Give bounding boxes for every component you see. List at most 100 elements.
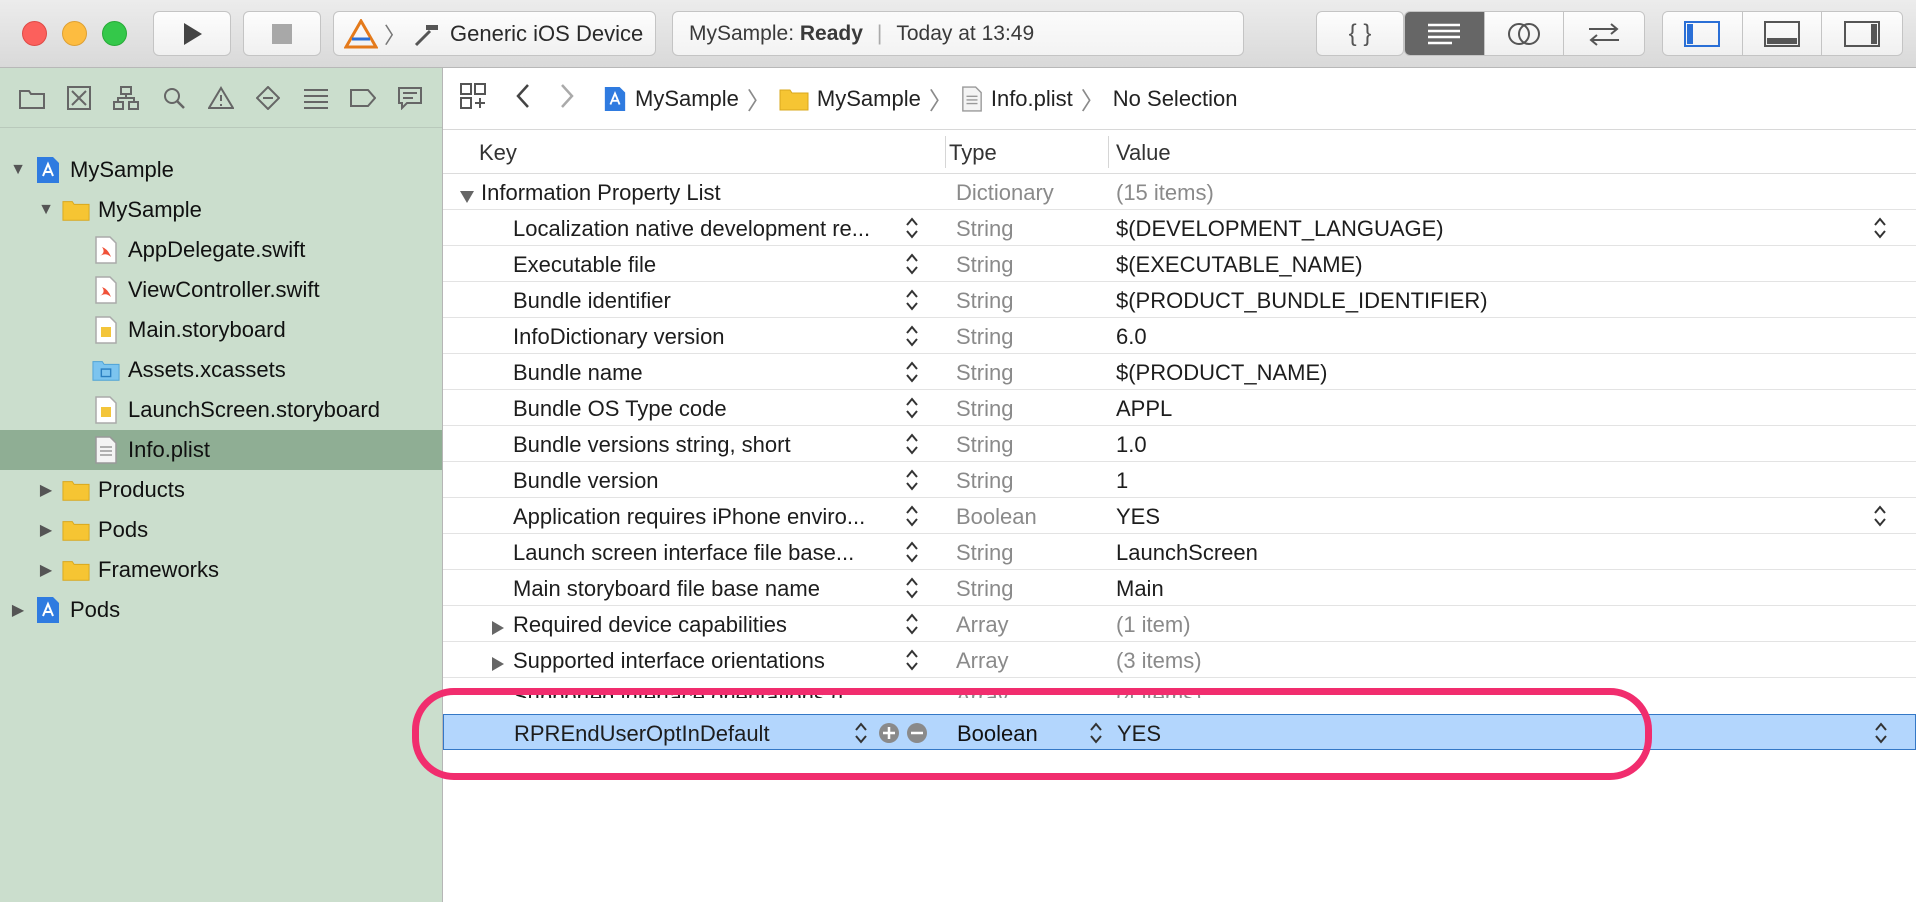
standard-editor-button[interactable]	[1405, 12, 1485, 55]
tree-item-assets[interactable]: Assets.xcassets	[0, 350, 442, 390]
plist-type: String	[956, 576, 1014, 601]
scheme-selector[interactable]: 〉 Generic iOS Device	[333, 11, 656, 56]
disclosure-closed-icon[interactable]	[491, 616, 505, 642]
key-popup-stepper-icon[interactable]	[905, 251, 919, 283]
hammer-device-icon	[414, 24, 439, 46]
column-header-type[interactable]: Type	[949, 140, 997, 166]
plist-row[interactable]: Main storyboard file base name String Ma…	[443, 570, 1916, 606]
plist-row[interactable]: Required device capabilities Array (1 it…	[443, 606, 1916, 642]
assistant-editor-button[interactable]	[1484, 12, 1565, 55]
plist-key: Required device capabilities	[513, 612, 787, 637]
tree-item-project-mysample[interactable]: ▼ MySample	[0, 150, 442, 190]
tree-item-info-plist[interactable]: Info.plist	[0, 430, 442, 470]
breadcrumb-project[interactable]: MySample	[603, 86, 739, 112]
breadcrumb-selection[interactable]: No Selection	[1113, 86, 1238, 112]
tree-item-group-mysample[interactable]: ▼ MySample	[0, 190, 442, 230]
test-diamond-icon[interactable]	[254, 84, 282, 112]
plist-row[interactable]: Bundle identifier String $(PRODUCT_BUNDL…	[443, 282, 1916, 318]
key-popup-stepper-icon[interactable]	[905, 647, 919, 679]
tree-item-appdelegate[interactable]: AppDelegate.swift	[0, 230, 442, 270]
plist-row[interactable]: InfoDictionary version String 6.0	[443, 318, 1916, 354]
related-items-icon[interactable]	[459, 82, 487, 116]
debug-list-icon[interactable]	[302, 84, 330, 112]
breadcrumb-group[interactable]: MySample	[779, 86, 921, 112]
folder-icon	[62, 196, 90, 224]
folder-icon[interactable]	[18, 84, 46, 112]
report-bubble-icon[interactable]	[396, 84, 424, 112]
tree-item-label: Assets.xcassets	[128, 357, 286, 382]
tree-item-label: MySample	[98, 197, 202, 222]
key-popup-stepper-icon[interactable]	[905, 539, 919, 571]
plist-row[interactable]: Localization native development re... St…	[443, 210, 1916, 246]
value-popup-stepper-icon[interactable]	[1874, 720, 1888, 752]
plist-value: APPL	[1116, 396, 1173, 421]
run-button[interactable]	[153, 11, 231, 56]
column-header-value[interactable]: Value	[1116, 140, 1171, 166]
tree-item-viewcontroller[interactable]: ViewController.swift	[0, 270, 442, 310]
minimize-window-button[interactable]	[62, 21, 87, 46]
key-popup-stepper-icon[interactable]	[905, 431, 919, 463]
key-popup-stepper-icon[interactable]	[905, 575, 919, 607]
breakpoint-icon[interactable]	[349, 84, 377, 112]
search-icon[interactable]	[160, 84, 188, 112]
key-popup-stepper-icon[interactable]	[905, 323, 919, 355]
key-popup-stepper-icon[interactable]	[905, 503, 919, 535]
activity-time: Today at 13:49	[896, 21, 1035, 45]
plist-row[interactable]: Bundle versions string, short String 1.0	[443, 426, 1916, 462]
forward-chevron-icon[interactable]	[559, 83, 575, 115]
tree-item-project-pods[interactable]: ▶ Pods	[0, 590, 442, 630]
back-chevron-icon[interactable]	[515, 83, 531, 115]
disclosure-closed-icon[interactable]: ▶	[38, 482, 54, 499]
tree-item-pods-group[interactable]: ▶ Pods	[0, 510, 442, 550]
plist-row[interactable]: Bundle OS Type code String APPL	[443, 390, 1916, 426]
key-popup-stepper-icon[interactable]	[905, 359, 919, 391]
tree-item-label: Frameworks	[98, 557, 220, 582]
folder-icon	[62, 476, 90, 504]
plist-file-icon	[92, 436, 120, 464]
stop-button[interactable]	[243, 11, 321, 56]
toggle-inspector-button[interactable]	[1822, 12, 1902, 55]
plist-row[interactable]: Application requires iPhone enviro... Bo…	[443, 498, 1916, 534]
plist-row-root[interactable]: Information Property List Dictionary (15…	[443, 174, 1916, 210]
plist-row[interactable]: Executable file String $(EXECUTABLE_NAME…	[443, 246, 1916, 282]
tree-item-main-storyboard[interactable]: Main.storyboard	[0, 310, 442, 350]
disclosure-closed-icon[interactable]: ▶	[38, 522, 54, 539]
value-popup-stepper-icon[interactable]	[1873, 503, 1887, 535]
breadcrumb-file[interactable]: Info.plist	[961, 86, 1073, 112]
disclosure-closed-icon[interactable]: ▶	[10, 602, 26, 619]
plist-row[interactable]: Supported interface orientations Array (…	[443, 642, 1916, 678]
close-window-button[interactable]	[22, 21, 47, 46]
column-divider[interactable]	[945, 136, 946, 168]
disclosure-closed-icon[interactable]	[491, 652, 505, 678]
column-header-key[interactable]: Key	[479, 140, 517, 166]
disclosure-closed-icon[interactable]: ▶	[38, 562, 54, 579]
toggle-debug-area-button[interactable]	[1742, 12, 1823, 55]
symbol-hierarchy-icon[interactable]	[112, 84, 140, 112]
plist-key: Bundle OS Type code	[513, 396, 727, 421]
warning-icon[interactable]	[207, 84, 235, 112]
plist-row[interactable]: Launch screen interface file base... Str…	[443, 534, 1916, 570]
tree-item-frameworks[interactable]: ▶ Frameworks	[0, 550, 442, 590]
xcode-project-icon	[603, 86, 627, 112]
source-control-icon[interactable]	[65, 84, 93, 112]
plist-type: Array	[956, 612, 1009, 637]
plist-row[interactable]: Bundle name String $(PRODUCT_NAME)	[443, 354, 1916, 390]
version-editor-button[interactable]	[1564, 12, 1644, 55]
key-popup-stepper-icon[interactable]	[905, 611, 919, 643]
key-popup-stepper-icon[interactable]	[905, 467, 919, 499]
toggle-navigator-button[interactable]	[1663, 12, 1743, 55]
tree-item-launchscreen[interactable]: LaunchScreen.storyboard	[0, 390, 442, 430]
breadcrumb-chevron-icon: 〉	[746, 88, 771, 115]
zoom-window-button[interactable]	[102, 21, 127, 46]
key-popup-stepper-icon[interactable]	[905, 215, 919, 247]
column-divider[interactable]	[1108, 136, 1109, 168]
value-popup-stepper-icon[interactable]	[1873, 215, 1887, 247]
disclosure-open-icon[interactable]: ▼	[38, 201, 54, 218]
disclosure-open-icon[interactable]	[459, 184, 475, 210]
tree-item-products[interactable]: ▶ Products	[0, 470, 442, 510]
key-popup-stepper-icon[interactable]	[905, 287, 919, 319]
plist-row[interactable]: Bundle version String 1	[443, 462, 1916, 498]
code-snippet-button[interactable]: { }	[1316, 11, 1404, 56]
disclosure-open-icon[interactable]: ▼	[10, 161, 26, 178]
key-popup-stepper-icon[interactable]	[905, 395, 919, 427]
